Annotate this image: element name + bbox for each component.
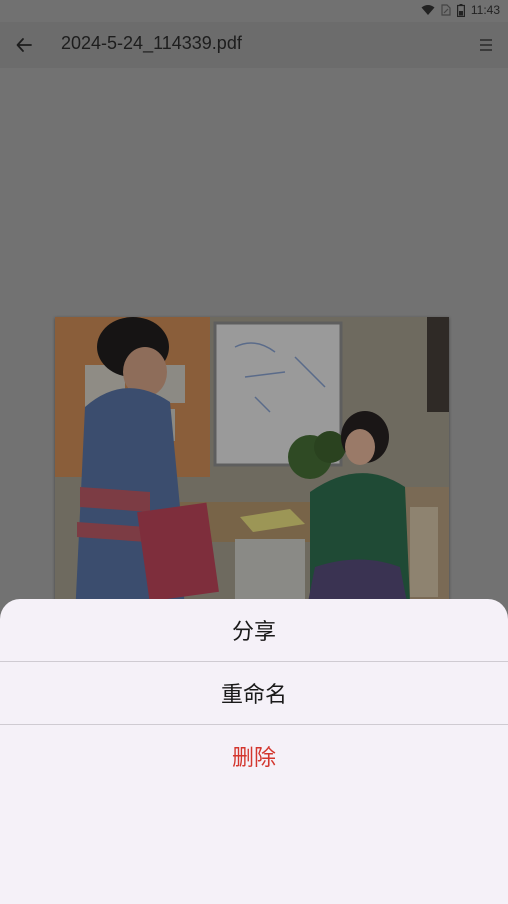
battery-icon xyxy=(456,3,465,17)
status-icons: 11:43 xyxy=(421,3,500,17)
delete-button[interactable]: 删除 xyxy=(0,725,508,787)
status-time: 11:43 xyxy=(470,3,500,17)
wifi-icon xyxy=(421,4,435,16)
arrow-left-icon xyxy=(16,38,32,52)
back-button[interactable] xyxy=(12,33,36,57)
page-title: 2024-5-24_114339.pdf xyxy=(61,33,242,53)
sim-icon xyxy=(441,4,451,16)
menu-button[interactable] xyxy=(476,35,496,55)
office-photo xyxy=(55,317,449,617)
app-bar: 2024-5-24_114339.pdf xyxy=(0,22,508,68)
menu-lines-icon xyxy=(480,39,492,51)
rename-button[interactable]: 重命名 xyxy=(0,662,508,724)
share-button[interactable]: 分享 xyxy=(0,599,508,661)
action-sheet: 分享 重命名 删除 xyxy=(0,599,508,904)
status-bar: 11:43 xyxy=(0,0,508,22)
